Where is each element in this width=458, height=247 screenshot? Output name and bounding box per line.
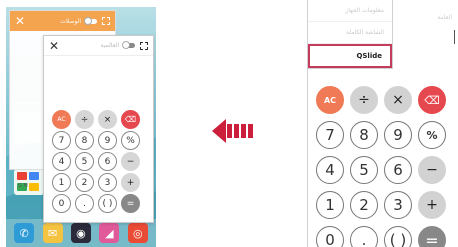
qslide-window-front[interactable]: ✕ العالمية AC ÷ × ⌫ 7 8 9% 4 5 6− 1 2 3 +0.( ) = — [43, 35, 154, 223]
mini-calculator-keypad: AC ÷ × ⌫ 7 8 9% 4 5 6− 1 2 3 +0.( ) = — [52, 110, 148, 213]
menu-item-qslide[interactable]: QSlide — [308, 44, 392, 68]
tutorial-figure: ✆ ✉ ◉ ◢ ◎ ✕ الوصلات ✕ العالمية AC ÷ × ⌫ 7 8 9% 4 5 6−… — [0, 0, 458, 247]
close-icon[interactable]: ✕ — [49, 39, 59, 53]
calculator-zoom-panel: العامة معلومات الجهاز الشاشة الكاملة QSlid… — [307, 0, 458, 247]
app-folder-icon[interactable] — [14, 169, 44, 195]
phone-home-screen: ✆ ✉ ◉ ◢ ◎ ✕ الوصلات ✕ العالمية AC ÷ × ⌫ 7 8 9% 4 5 6−… — [6, 7, 156, 247]
app-dock: ✆ ✉ ◉ ◢ ◎ — [6, 219, 156, 247]
qslide-back-titlebar[interactable]: ✕ الوصلات — [10, 11, 115, 31]
transparency-slider[interactable] — [122, 41, 135, 49]
digit-8-key[interactable]: 8 — [350, 121, 378, 149]
transparency-slider[interactable] — [84, 16, 97, 25]
calculator-keypad: AC ÷ × ⌫ 7 8 9% 4 5 6− 1 2 3 +0. ( ) = — [316, 86, 456, 247]
digit-7-key[interactable]: 7 — [316, 121, 344, 149]
mini-minus-key[interactable]: − — [121, 152, 140, 171]
equals-key[interactable]: = — [418, 226, 446, 247]
qslide-front-titlebar[interactable]: ✕ العالمية — [44, 36, 153, 56]
mini-digit-4-key[interactable]: 4 — [52, 152, 71, 171]
gallery-app-icon[interactable]: ◢ — [99, 223, 120, 243]
mini-digit-8-key[interactable]: 8 — [75, 131, 94, 150]
mini-digit-5-key[interactable]: 5 — [75, 152, 94, 171]
digit-2-key[interactable]: 2 — [350, 191, 378, 219]
plus-key[interactable]: + — [418, 191, 446, 219]
mini-equals-key[interactable]: = — [121, 194, 140, 213]
parentheses-key[interactable]: ( ) — [384, 226, 412, 247]
digit-3-key[interactable]: 3 — [384, 191, 412, 219]
clear-key[interactable]: AC — [316, 86, 344, 114]
mini-decimal-key[interactable]: . — [75, 194, 94, 213]
menu-overflow-indicator — [454, 30, 455, 44]
percent-key[interactable]: % — [418, 121, 446, 149]
mini-parentheses-key[interactable]: ( ) — [98, 194, 117, 213]
menu-item[interactable]: معلومات الجهاز — [308, 0, 392, 22]
mini-digit-3-key[interactable]: 3 — [98, 173, 117, 192]
phone-app-icon[interactable]: ✆ — [14, 223, 35, 243]
mini-digit-9-key[interactable]: 9 — [98, 131, 117, 150]
left-arrow-icon — [212, 119, 253, 143]
minus-key[interactable]: − — [418, 156, 446, 184]
digit-0-key[interactable]: 0 — [316, 226, 344, 247]
mini-backspace-key[interactable]: ⌫ — [121, 110, 140, 129]
messages-app-icon[interactable]: ✉ — [42, 223, 63, 243]
camera-app-icon[interactable]: ◉ — [70, 223, 91, 243]
menu-item[interactable]: الشاشة الكاملة — [308, 22, 392, 44]
mini-digit-6-key[interactable]: 6 — [98, 152, 117, 171]
qslide-front-title: العالمية — [100, 42, 119, 49]
mini-digit-0-key[interactable]: 0 — [52, 194, 71, 213]
digit-1-key[interactable]: 1 — [316, 191, 344, 219]
chrome-app-icon[interactable]: ◎ — [127, 223, 148, 243]
digit-9-key[interactable]: 9 — [384, 121, 412, 149]
mini-percent-key[interactable]: % — [121, 131, 140, 150]
mini-divide-key[interactable]: ÷ — [75, 110, 94, 129]
mini-multiply-key[interactable]: × — [98, 110, 117, 129]
qslide-back-title: الوصلات — [60, 17, 81, 25]
mini-clear-key[interactable]: AC — [52, 110, 71, 129]
overflow-menu: معلومات الجهاز الشاشة الكاملة QSlide — [308, 0, 393, 69]
backspace-key[interactable]: ⌫ — [418, 86, 446, 114]
digit-4-key[interactable]: 4 — [316, 156, 344, 184]
mini-digit-7-key[interactable]: 7 — [52, 131, 71, 150]
mini-plus-key[interactable]: + — [121, 173, 140, 192]
digit-5-key[interactable]: 5 — [350, 156, 378, 184]
mini-digit-2-key[interactable]: 2 — [75, 173, 94, 192]
decimal-key[interactable]: . — [350, 226, 378, 247]
close-icon[interactable]: ✕ — [15, 14, 25, 28]
folder-label: G M — [18, 183, 28, 189]
mini-digit-1-key[interactable]: 1 — [52, 173, 71, 192]
expand-icon[interactable] — [140, 41, 148, 50]
digit-6-key[interactable]: 6 — [384, 156, 412, 184]
multiply-key[interactable]: × — [384, 86, 412, 114]
expand-icon[interactable] — [102, 17, 110, 25]
divide-key[interactable]: ÷ — [350, 86, 378, 114]
header-text: العامة — [437, 14, 452, 21]
